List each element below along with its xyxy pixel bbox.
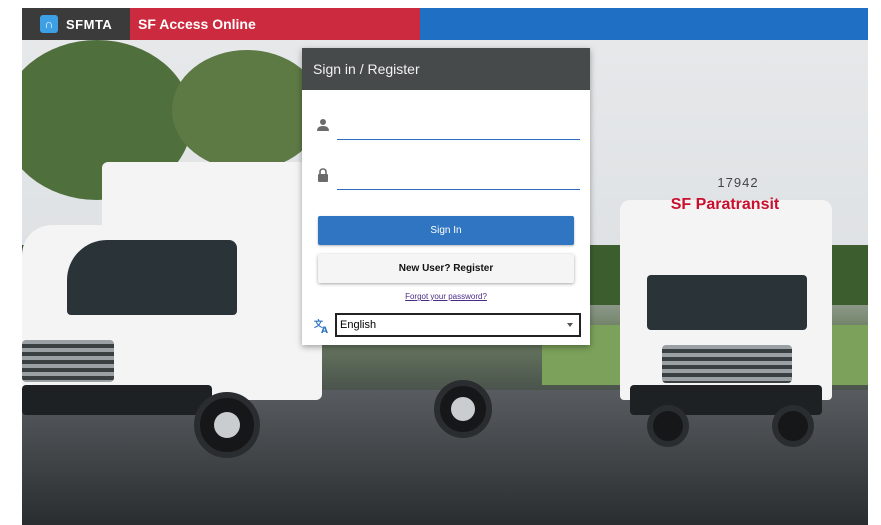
bus-right-grille (662, 345, 792, 383)
lock-icon (316, 168, 330, 184)
tree-middle (172, 50, 322, 170)
login-panel-title: Sign in / Register (302, 48, 590, 90)
username-input[interactable] (337, 116, 580, 140)
login-panel: Sign in / Register Sign In New User? Reg… (302, 48, 590, 345)
register-button[interactable]: New User? Register (318, 254, 574, 283)
top-header: ∩ SFMTA SF Access Online (22, 8, 868, 40)
bus-right-right-wheel (772, 405, 814, 447)
van-left-rear-hub (451, 397, 475, 421)
sign-in-button[interactable]: Sign In (318, 216, 574, 245)
svg-text:A: A (321, 326, 328, 334)
van-left-front-hub (214, 412, 240, 438)
sfmta-logo-icon: ∩ (40, 15, 58, 33)
forgot-password-link[interactable]: Forgot your password? (302, 292, 590, 301)
translate-icon: 文 A (313, 318, 330, 336)
van-left-grille (22, 340, 114, 382)
bus-right-windshield (647, 275, 807, 330)
van-left-bumper (22, 385, 212, 415)
language-selected-value: English (340, 319, 377, 331)
username-field (316, 116, 580, 142)
app-title: SF Access Online (138, 16, 256, 32)
brand-bar: ∩ SFMTA SF Access Online (22, 8, 420, 40)
logo-text: SFMTA (66, 16, 113, 32)
bus-destination-sign: SF Paratransit (670, 196, 780, 213)
van-left-windshield (67, 240, 237, 315)
password-field (316, 166, 580, 192)
sfmta-logo[interactable]: ∩ SFMTA (22, 8, 130, 40)
language-select[interactable]: English (335, 313, 581, 337)
chevron-down-icon (567, 323, 573, 327)
bus-number: 17942 (717, 175, 759, 190)
user-icon (316, 118, 330, 134)
bus-right-left-wheel (647, 405, 689, 447)
password-input[interactable] (337, 166, 580, 190)
